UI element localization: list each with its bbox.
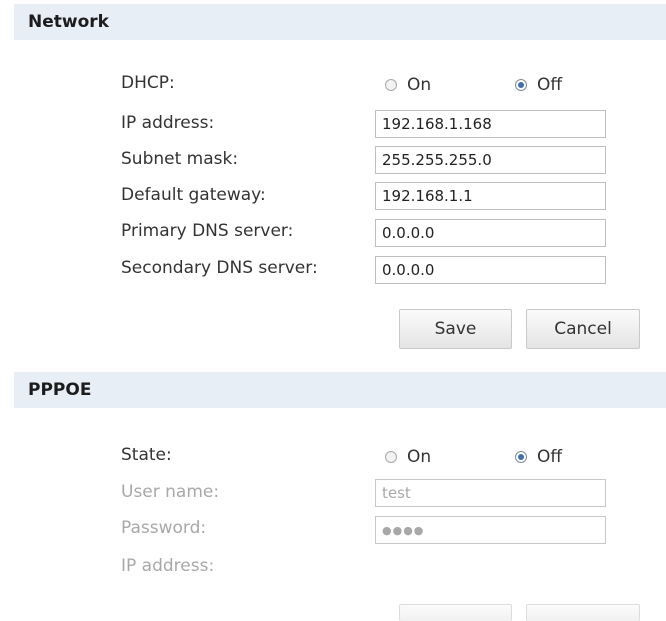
pppoe-off-option[interactable]: Off bbox=[515, 447, 562, 467]
dhcp-off-label: Off bbox=[537, 75, 563, 95]
save-button[interactable]: Save bbox=[399, 309, 512, 349]
secondary-dns-label: Secondary DNS server: bbox=[121, 258, 318, 278]
default-gateway-input[interactable] bbox=[375, 182, 606, 210]
username-input[interactable] bbox=[375, 479, 606, 507]
ip-address-label: IP address: bbox=[121, 113, 215, 133]
pppoe-ip-address-label: IP address: bbox=[121, 556, 215, 576]
pppoe-cancel-button[interactable] bbox=[526, 604, 640, 621]
cancel-button[interactable]: Cancel bbox=[526, 309, 640, 349]
default-gateway-label: Default gateway: bbox=[121, 185, 266, 205]
dhcp-off-option[interactable]: Off bbox=[515, 75, 562, 95]
pppoe-on-radio[interactable] bbox=[385, 451, 397, 463]
pppoe-off-radio[interactable] bbox=[515, 451, 527, 463]
pppoe-section-header: PPPOE bbox=[14, 372, 666, 408]
pppoe-state-label: State: bbox=[121, 445, 172, 465]
subnet-mask-label: Subnet mask: bbox=[121, 149, 239, 169]
primary-dns-label: Primary DNS server: bbox=[121, 221, 294, 241]
password-input[interactable] bbox=[375, 516, 606, 544]
username-label: User name: bbox=[121, 482, 220, 502]
pppoe-save-button[interactable] bbox=[399, 604, 512, 621]
secondary-dns-input[interactable] bbox=[375, 256, 606, 284]
pppoe-on-label: On bbox=[407, 447, 432, 467]
dhcp-off-radio[interactable] bbox=[515, 79, 527, 91]
pppoe-off-label: Off bbox=[537, 447, 563, 467]
dhcp-label: DHCP: bbox=[121, 73, 175, 93]
dhcp-on-label: On bbox=[407, 75, 432, 95]
ip-address-input[interactable] bbox=[375, 110, 606, 138]
password-label: Password: bbox=[121, 518, 207, 538]
dhcp-on-option[interactable]: On bbox=[385, 75, 431, 95]
pppoe-on-option[interactable]: On bbox=[385, 447, 431, 467]
primary-dns-input[interactable] bbox=[375, 219, 606, 247]
dhcp-on-radio[interactable] bbox=[385, 79, 397, 91]
subnet-mask-input[interactable] bbox=[375, 146, 606, 174]
network-section-header: Network bbox=[14, 4, 666, 40]
